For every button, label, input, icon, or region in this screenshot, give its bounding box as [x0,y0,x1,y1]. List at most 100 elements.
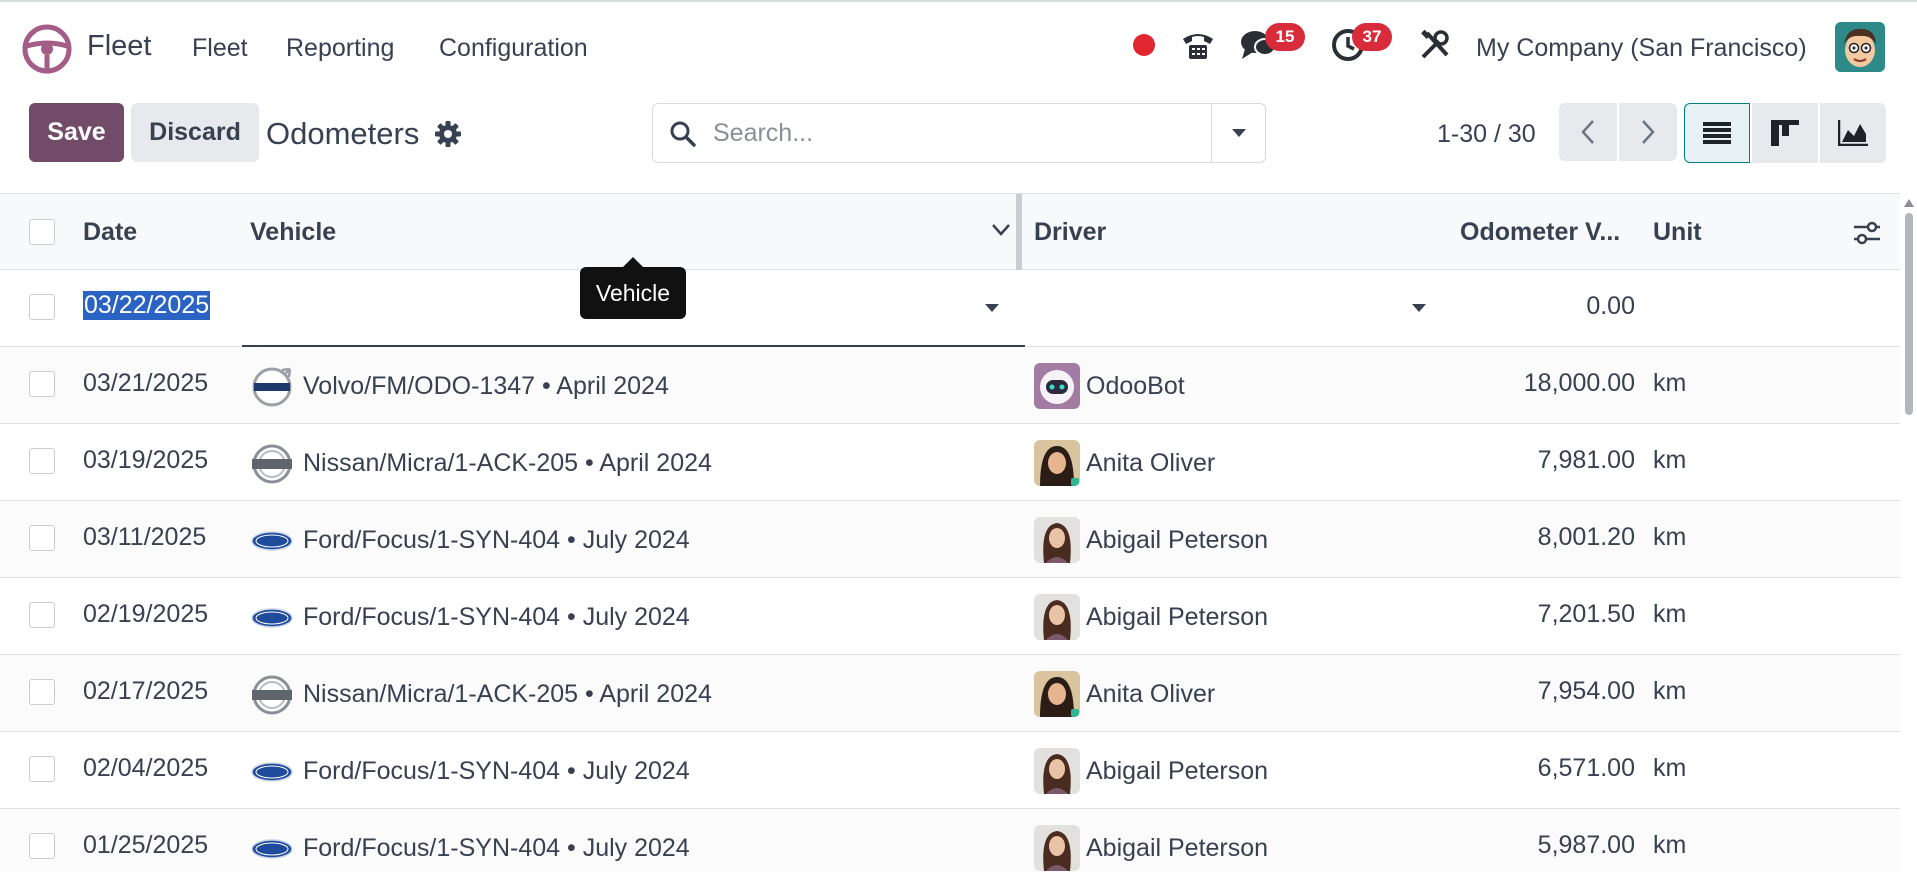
select-all-checkbox[interactable] [29,219,55,245]
row-date: 02/19/2025 [83,600,209,628]
gear-icon[interactable] [434,120,462,148]
row-driver[interactable]: Abigail Peterson [1086,757,1268,786]
row-checkbox[interactable] [29,833,55,859]
graph-view-icon [1838,120,1868,146]
menu-fleet[interactable]: Fleet [192,34,248,63]
row-driver[interactable]: Anita Oliver [1086,680,1215,709]
row-checkbox[interactable] [29,371,55,397]
editable-row[interactable]: 03/22/2025 0.00 [0,270,1900,347]
pager-next-button[interactable] [1619,103,1677,161]
column-date[interactable]: Date [83,218,137,247]
table-row[interactable]: 02/19/2025 Ford/Focus/1-SYN-404 • July 20… [0,578,1900,655]
optional-columns-icon[interactable] [1852,220,1882,246]
scrollbar-thumb[interactable] [1905,213,1913,415]
menu-reporting[interactable]: Reporting [286,34,394,63]
column-resize-handle[interactable] [1016,194,1022,271]
row-checkbox[interactable] [29,525,55,551]
row-vehicle[interactable]: Ford/Focus/1-SYN-404 • July 2024 [303,603,690,632]
graph-view-button[interactable] [1820,103,1886,163]
row-unit: km [1653,523,1687,551]
table-row[interactable]: 03/21/2025 Volvo/FM/ODO-1347 • April 2024… [0,347,1900,424]
kanban-view-icon [1771,120,1799,146]
search-options-toggle[interactable] [1211,104,1265,162]
search-bar [652,103,1266,163]
scrollbar[interactable] [1903,199,1915,872]
caret-down-icon [1231,129,1246,137]
row-vehicle[interactable]: Ford/Focus/1-SYN-404 • July 2024 [303,834,690,863]
recording-icon[interactable] [1125,26,1163,64]
row-vehicle[interactable]: Ford/Focus/1-SYN-404 • July 2024 [303,526,690,555]
search-input[interactable] [713,114,1193,152]
chevron-down-icon[interactable] [990,222,1012,238]
column-driver[interactable]: Driver [1034,218,1106,247]
ford-logo-icon [250,827,294,871]
nissan-logo-icon [250,673,294,717]
kanban-view-button[interactable] [1752,103,1818,163]
row-vehicle[interactable]: Ford/Focus/1-SYN-404 • July 2024 [303,757,690,786]
discard-button[interactable]: Discard [131,103,259,162]
column-vehicle[interactable]: Vehicle [250,218,336,247]
table-row[interactable]: 03/19/2025 Nissan/Micra/1-ACK-205 • April… [0,424,1900,501]
row-driver[interactable]: Abigail Peterson [1086,603,1268,632]
row-odometer-value: 18,000.00 [1523,369,1635,397]
row-unit: km [1653,677,1687,705]
row-driver[interactable]: Anita Oliver [1086,449,1215,478]
app-name[interactable]: Fleet [87,30,151,63]
menu-configuration[interactable]: Configuration [439,34,588,63]
row-checkbox[interactable] [29,448,55,474]
row-date: 01/25/2025 [83,831,209,859]
search-icon [670,121,696,147]
table-row[interactable]: 02/17/2025 Nissan/Micra/1-ACK-205 • April… [0,655,1900,732]
row-checkbox[interactable] [29,756,55,782]
row-unit: km [1653,754,1687,782]
chevron-left-icon [1581,120,1594,144]
row-driver[interactable]: OdooBot [1086,372,1185,401]
tools-icon[interactable] [1416,26,1454,64]
row-checkbox[interactable] [29,679,55,705]
row-odometer-value: 8,001.20 [1537,523,1635,551]
ford-logo-icon [250,519,294,563]
vehicle-dropdown-icon[interactable] [985,304,999,312]
driver-avatar [1034,748,1080,794]
fleet-app-icon[interactable] [22,24,72,74]
row-odometer-value: 7,981.00 [1537,446,1635,474]
table-header: Date Vehicle Driver Odometer V... Unit [0,193,1900,271]
list-view-button[interactable] [1684,103,1750,163]
driver-avatar [1034,517,1080,563]
row-odometer-value: 6,571.00 [1537,754,1635,782]
column-odometer-value[interactable]: Odometer V... [1460,218,1620,247]
row-odometer-value: 7,201.50 [1537,600,1635,628]
table-row[interactable]: 03/11/2025 Ford/Focus/1-SYN-404 • July 20… [0,501,1900,578]
driver-avatar [1034,671,1080,717]
row-vehicle[interactable]: Volvo/FM/ODO-1347 • April 2024 [303,372,669,401]
driver-avatar [1034,440,1080,486]
table-row[interactable]: 01/25/2025 Ford/Focus/1-SYN-404 • July 20… [0,809,1900,872]
pager-previous-button[interactable] [1559,103,1617,161]
driver-dropdown-icon[interactable] [1412,304,1426,312]
chevron-right-icon [1642,120,1655,144]
row-unit: km [1653,369,1687,397]
row-vehicle[interactable]: Nissan/Micra/1-ACK-205 • April 2024 [303,449,712,478]
odometer-value-input[interactable]: 0.00 [1586,292,1635,321]
row-checkbox[interactable] [29,602,55,628]
driver-avatar [1034,825,1080,871]
date-input[interactable]: 03/22/2025 [83,291,211,320]
user-avatar[interactable] [1835,22,1885,72]
row-date: 02/17/2025 [83,677,209,705]
row-driver[interactable]: Abigail Peterson [1086,834,1268,863]
vehicle-tooltip: Vehicle [580,257,686,319]
row-odometer-value: 7,954.00 [1537,677,1635,705]
activity-count-badge: 37 [1352,23,1392,51]
row-vehicle[interactable]: Nissan/Micra/1-ACK-205 • April 2024 [303,680,712,709]
table-row[interactable]: 02/04/2025 Ford/Focus/1-SYN-404 • July 20… [0,732,1900,809]
row-odometer-value: 5,987.00 [1537,831,1635,859]
ford-logo-icon [250,596,294,640]
driver-avatar [1034,594,1080,640]
company-switcher[interactable]: My Company (San Francisco) [1476,34,1807,63]
save-button[interactable]: Save [29,103,124,162]
row-checkbox[interactable] [29,294,55,320]
column-unit[interactable]: Unit [1653,218,1702,247]
row-driver[interactable]: Abigail Peterson [1086,526,1268,555]
pager-value[interactable]: 1-30 / 30 [1437,120,1536,149]
phone-icon[interactable] [1179,26,1217,64]
